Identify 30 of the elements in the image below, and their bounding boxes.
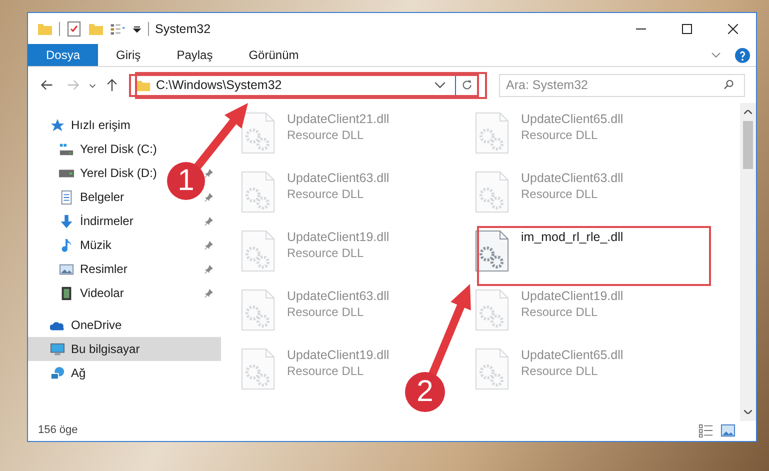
nav-item[interactable]: Ağ (28, 361, 94, 385)
address-bar[interactable]: C:\Windows\System32 (129, 74, 479, 96)
file-type: Resource DLL (287, 187, 365, 201)
ribbon-tab[interactable]: Paylaş (158, 44, 231, 66)
nav-item[interactable]: OneDrive (28, 313, 130, 337)
file-type: Resource DLL (521, 305, 599, 319)
nav-item[interactable]: İndirmeler (28, 209, 142, 233)
nav-item[interactable]: Yerel Disk (C:) (28, 137, 165, 161)
file-type: Resource DLL (287, 305, 365, 319)
file-type: Resource DLL (287, 246, 365, 260)
nav-item[interactable]: Bu bilgisayar (28, 337, 221, 361)
nav-item[interactable]: Yerel Disk (D:) (28, 161, 165, 185)
window-title: System32 (155, 22, 211, 36)
nav-item[interactable]: Videolar (28, 281, 132, 305)
file-type: Resource DLL (521, 128, 599, 142)
ribbon-tab[interactable]: Giriş (98, 44, 159, 66)
ribbon-tab[interactable]: Görünüm (230, 44, 317, 66)
address-path: C:\Windows\System32 (156, 78, 283, 92)
file-name[interactable]: im_mod_rl_rle_.dll (521, 230, 624, 244)
nav-item[interactable]: Müzik (28, 233, 120, 257)
nav-item[interactable]: Resimler (28, 257, 136, 281)
nav-item[interactable]: Hızlı erişim (28, 113, 138, 137)
file-type: Resource DLL (521, 364, 599, 378)
file-type: Resource DLL (287, 128, 365, 142)
ribbon-tab[interactable]: Dosya (28, 44, 98, 66)
nav-item[interactable]: Belgeler (28, 185, 132, 209)
file-type: Resource DLL (521, 187, 599, 201)
item-count: 156 öge (37, 424, 79, 438)
search-field[interactable]: Ara: System32 (499, 74, 745, 96)
file-type: Resource DLL (287, 364, 365, 378)
